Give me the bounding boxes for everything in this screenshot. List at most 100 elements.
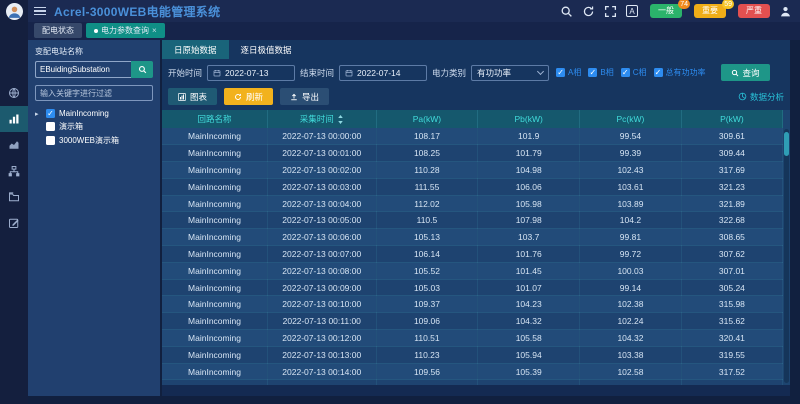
content-area: 变配电站名称 ▸ ✓ MainIncoming 演示箱 3000WEB演示箱 日原始数据… (28, 40, 800, 404)
fullscreen-icon[interactable] (604, 5, 617, 18)
table-row[interactable]: MainIncoming2022-07-13 00:15:00110.35105… (162, 380, 783, 385)
col-pb[interactable]: Pb(kW) (478, 110, 580, 128)
power-category-select[interactable]: 有功功率 (471, 65, 549, 81)
query-button[interactable]: 查询 (721, 64, 770, 81)
table-cell: MainIncoming (162, 380, 267, 385)
station-name-input[interactable] (35, 61, 131, 78)
table-cell: 101.79 (478, 145, 580, 162)
table-cell: 103.61 (580, 178, 682, 195)
col-pa[interactable]: Pa(kW) (376, 110, 478, 128)
table-scrollbar[interactable] (784, 129, 789, 383)
table-cell: 101.76 (478, 246, 580, 263)
alarm-badge[interactable]: 一般74 (650, 4, 682, 18)
close-tab-icon[interactable]: × (152, 26, 157, 35)
table-cell: 109.56 (376, 363, 478, 380)
data-analysis-link[interactable]: 数据分析 (738, 91, 784, 103)
tree-checkbox[interactable] (46, 136, 55, 145)
tab-daily-extreme-data[interactable]: 逐日极值数据 (229, 40, 304, 59)
nav-parameter-query-icon[interactable] (0, 106, 28, 132)
table-row[interactable]: MainIncoming2022-07-13 00:10:00109.37104… (162, 296, 783, 313)
tree-caret-icon[interactable]: ▸ (35, 110, 42, 118)
tree-filter-input[interactable] (35, 85, 153, 101)
menu-hamburger-icon[interactable] (34, 7, 46, 16)
table-cell: 2022-07-13 00:14:00 (267, 363, 376, 380)
table-cell: 322.68 (681, 212, 782, 229)
phase-checkbox[interactable]: ✓总有功功率 (654, 67, 706, 78)
col-collect-time[interactable]: 采集时间 (267, 110, 376, 128)
tab-daily-raw-data[interactable]: 日原始数据 (162, 40, 229, 59)
export-icon (290, 93, 298, 101)
table-cell: MainIncoming (162, 279, 267, 296)
calendar-icon (345, 69, 353, 77)
col-p-total[interactable]: P(kW) (681, 110, 782, 128)
language-icon[interactable]: A (626, 5, 638, 17)
table-footer (162, 385, 790, 396)
table-row[interactable]: MainIncoming2022-07-13 00:13:00110.23105… (162, 346, 783, 363)
table-cell: 105.94 (478, 346, 580, 363)
table-row[interactable]: MainIncoming2022-07-13 00:02:00110.28104… (162, 162, 783, 179)
station-search-button[interactable] (131, 61, 153, 78)
table-cell: 317.52 (681, 363, 782, 380)
table-cell: MainIncoming (162, 229, 267, 246)
table-cell: 106.06 (478, 178, 580, 195)
col-circuit-name[interactable]: 回路名称 (162, 110, 267, 128)
table-row[interactable]: MainIncoming2022-07-13 00:00:00108.17101… (162, 128, 783, 145)
scrollbar-thumb[interactable] (784, 132, 789, 156)
tree-checkbox[interactable] (46, 122, 55, 131)
table-cell: 110.28 (376, 162, 478, 179)
tree-node[interactable]: 3000WEB演示箱 (35, 135, 153, 146)
table-cell: MainIncoming (162, 313, 267, 330)
alarm-badge[interactable]: 重要59 (694, 4, 726, 18)
table-cell: 309.44 (681, 145, 782, 162)
tree-node[interactable]: 演示箱 (35, 121, 153, 132)
window-tab-label: 电力参数查询 (101, 25, 149, 36)
table-row[interactable]: MainIncoming2022-07-13 00:01:00108.25101… (162, 145, 783, 162)
phase-checkbox[interactable]: ✓A相 (556, 67, 581, 78)
tree-node-label: 演示箱 (59, 121, 83, 132)
nav-edit-icon[interactable] (0, 210, 28, 236)
window-tab-distribution-status[interactable]: 配电状态 (34, 23, 82, 38)
nav-report-icon[interactable] (0, 184, 28, 210)
avatar[interactable] (6, 3, 23, 20)
table-row[interactable]: MainIncoming2022-07-13 00:04:00112.02105… (162, 195, 783, 212)
topbar-actions: A 一般74 重要59 严重 (560, 4, 792, 18)
nav-trend-icon[interactable] (0, 132, 28, 158)
table-row[interactable]: MainIncoming2022-07-13 00:07:00106.14101… (162, 246, 783, 263)
station-name-label: 变配电站名称 (35, 46, 153, 57)
user-icon[interactable] (779, 5, 792, 18)
alarm-badge[interactable]: 严重 (738, 4, 770, 18)
table-cell: 317.69 (681, 162, 782, 179)
phase-checkbox[interactable]: ✓C相 (621, 67, 647, 78)
tree-node[interactable]: ▸✓MainIncoming (35, 109, 153, 118)
table-cell: 105.13 (376, 229, 478, 246)
phase-checkbox[interactable]: ✓B相 (588, 67, 613, 78)
table-row[interactable]: MainIncoming2022-07-13 00:05:00110.5107.… (162, 212, 783, 229)
table-row[interactable]: MainIncoming2022-07-13 00:12:00110.51105… (162, 330, 783, 347)
app-title: Acrel-3000WEB电能管理系统 (54, 3, 220, 20)
window-tab-parameter-query[interactable]: 电力参数查询 × (86, 23, 165, 38)
table-row[interactable]: MainIncoming2022-07-13 00:06:00105.13103… (162, 229, 783, 246)
end-date-picker[interactable]: 2022-07-14 (339, 65, 427, 81)
table-cell: 2022-07-13 00:13:00 (267, 346, 376, 363)
table-cell: 308.65 (681, 229, 782, 246)
phase-checkbox-label: B相 (600, 67, 613, 78)
table-row[interactable]: MainIncoming2022-07-13 00:14:00109.56105… (162, 363, 783, 380)
chart-button[interactable]: 图表 (168, 88, 217, 105)
table-row[interactable]: MainIncoming2022-07-13 00:09:00105.03101… (162, 279, 783, 296)
start-date-picker[interactable]: 2022-07-13 (207, 65, 295, 81)
table-row[interactable]: MainIncoming2022-07-13 00:08:00105.52101… (162, 262, 783, 279)
search-icon[interactable] (560, 5, 573, 18)
sort-icon[interactable] (337, 115, 344, 124)
export-button[interactable]: 导出 (280, 88, 329, 105)
tree-checkbox[interactable]: ✓ (46, 109, 55, 118)
table-cell: 109.06 (376, 313, 478, 330)
table-row[interactable]: MainIncoming2022-07-13 00:03:00111.55106… (162, 178, 783, 195)
table-row[interactable]: MainIncoming2022-07-13 00:11:00109.06104… (162, 313, 783, 330)
table-cell: 101.07 (478, 279, 580, 296)
topbar: Acrel-3000WEB电能管理系统 A 一般74 重要59 严重 (28, 0, 800, 22)
col-pc[interactable]: Pc(kW) (580, 110, 682, 128)
sync-icon[interactable] (582, 5, 595, 18)
nav-device-tree-icon[interactable] (0, 158, 28, 184)
nav-monitor-icon[interactable] (0, 80, 28, 106)
refresh-button[interactable]: 刷新 (224, 88, 273, 105)
